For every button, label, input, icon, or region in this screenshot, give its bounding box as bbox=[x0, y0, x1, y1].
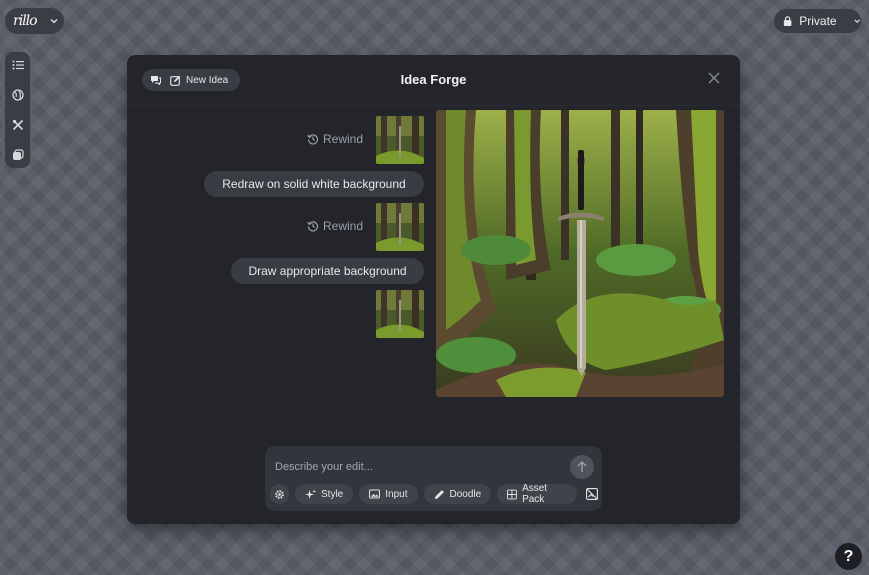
user-message: Draw appropriate background bbox=[231, 258, 424, 284]
style-button[interactable]: Style bbox=[295, 484, 354, 504]
send-button[interactable] bbox=[570, 455, 594, 479]
history-thumbnail[interactable] bbox=[376, 116, 424, 164]
panel-header: New Idea Idea Forge bbox=[127, 55, 740, 105]
sidebar-item-globe[interactable] bbox=[11, 88, 25, 102]
rewind-label: Rewind bbox=[323, 132, 364, 146]
library-icon bbox=[12, 149, 24, 160]
idea-forge-panel: New Idea Idea Forge Rewind Redraw on sol… bbox=[127, 55, 740, 524]
help-label: ? bbox=[843, 547, 854, 565]
sidebar-item-tools[interactable] bbox=[11, 118, 25, 132]
history-icon bbox=[307, 134, 319, 145]
user-message: Redraw on solid white background bbox=[204, 171, 424, 197]
left-toolbar bbox=[5, 52, 30, 168]
forest-thumbnail-image bbox=[376, 116, 424, 164]
image-off-icon bbox=[586, 488, 599, 500]
history-thumbnail[interactable] bbox=[376, 203, 424, 251]
globe-icon bbox=[11, 89, 24, 101]
edit-composer: Style Input Doodle Asset bbox=[265, 446, 602, 511]
remove-background-button[interactable] bbox=[583, 484, 602, 504]
asset-pack-button[interactable]: Asset Pack bbox=[497, 483, 577, 505]
grid-icon bbox=[507, 489, 518, 499]
composer-toolbar: Style Input Doodle Asset Pack bbox=[270, 483, 602, 505]
gear-icon bbox=[275, 489, 284, 499]
lock-icon bbox=[783, 16, 792, 27]
doodle-label: Doodle bbox=[449, 488, 482, 500]
rewind-button[interactable]: Rewind bbox=[307, 132, 363, 146]
settings-button[interactable] bbox=[270, 484, 290, 504]
panel-title: Idea Forge bbox=[400, 72, 467, 87]
message-text: Draw appropriate background bbox=[248, 264, 407, 278]
sword-in-forest-image bbox=[436, 110, 724, 397]
history-thumbnail[interactable] bbox=[376, 290, 424, 338]
generated-image[interactable] bbox=[436, 110, 724, 397]
asset-pack-label: Asset Pack bbox=[522, 483, 548, 505]
header-divider bbox=[127, 105, 740, 106]
chevron-down-icon bbox=[853, 19, 860, 24]
app-logo: rillo bbox=[13, 13, 38, 29]
edit-prompt-input[interactable] bbox=[275, 459, 555, 475]
sidebar-item-list[interactable] bbox=[11, 58, 25, 72]
image-icon bbox=[369, 489, 381, 499]
input-label: Input bbox=[385, 488, 408, 500]
rewind-button[interactable]: Rewind bbox=[307, 219, 363, 233]
doodle-button[interactable]: Doodle bbox=[423, 484, 492, 504]
close-icon[interactable] bbox=[708, 72, 720, 84]
rewind-label: Rewind bbox=[323, 219, 364, 233]
workspace-menu-button[interactable]: rillo bbox=[5, 8, 64, 34]
help-button[interactable]: ? bbox=[835, 543, 862, 570]
list-icon bbox=[12, 60, 24, 70]
forest-thumbnail-image bbox=[376, 290, 424, 338]
chevron-down-icon bbox=[50, 19, 58, 24]
sidebar-item-library[interactable] bbox=[11, 148, 25, 162]
privacy-label: Private bbox=[799, 14, 837, 28]
privacy-dropdown[interactable]: Private bbox=[774, 9, 861, 33]
forest-thumbnail-image bbox=[376, 203, 424, 251]
history-icon bbox=[307, 221, 319, 232]
message-text: Redraw on solid white background bbox=[222, 177, 406, 191]
pencil-icon bbox=[434, 489, 444, 499]
arrow-up-icon bbox=[577, 461, 587, 472]
sparkle-icon bbox=[305, 488, 317, 499]
tools-icon bbox=[12, 119, 23, 131]
style-label: Style bbox=[321, 488, 344, 500]
input-button[interactable]: Input bbox=[359, 484, 418, 504]
